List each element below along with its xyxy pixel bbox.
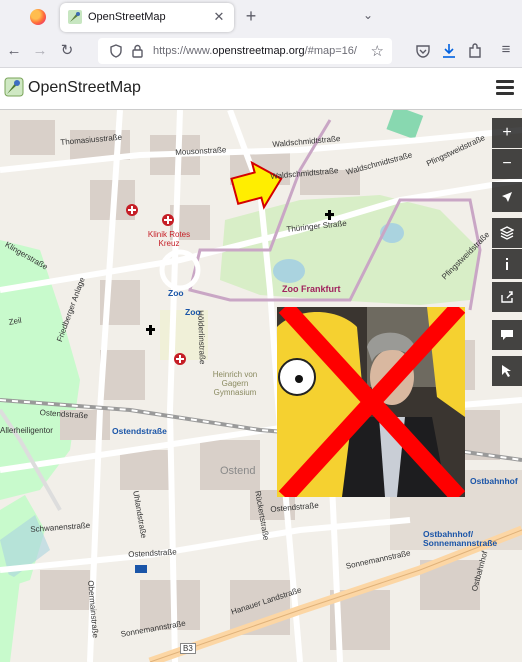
- close-icon[interactable]: ✕: [210, 8, 228, 26]
- zoom-out-label: −: [502, 155, 512, 172]
- street-label: Allerheiligentor: [0, 426, 53, 435]
- pond: [273, 259, 305, 283]
- street-label: Hölderlinstraße: [196, 310, 207, 365]
- station-label: Ostendstraße: [112, 426, 167, 436]
- url-bar[interactable]: https://www.openstreetmap.org/#map=16/ ☆: [98, 38, 392, 64]
- share-icon[interactable]: [492, 282, 522, 312]
- station-label: Zoo: [168, 288, 184, 298]
- menu-icon[interactable]: [496, 80, 514, 96]
- sports-pitch: [386, 110, 424, 140]
- station-marker: [135, 565, 147, 573]
- chevron-down-icon[interactable]: ⌄: [360, 8, 376, 24]
- lock-icon[interactable]: [132, 44, 143, 58]
- url-domain: openstreetmap.org: [212, 45, 305, 57]
- station-label: Ostbahnhof/ Sonnemannstraße: [423, 529, 498, 548]
- layers-icon[interactable]: [492, 218, 522, 248]
- menu-icon[interactable]: ≡: [496, 41, 516, 58]
- forward-icon[interactable]: →: [30, 41, 50, 61]
- poi-label: Heinrich von Gagern Gymnasium: [212, 370, 258, 397]
- zoom-out-icon[interactable]: −: [492, 149, 522, 179]
- crossed-image: [277, 307, 465, 497]
- reload-icon[interactable]: ↻: [57, 41, 77, 61]
- overlay-photo: [277, 307, 465, 497]
- district-label: Ostend: [220, 465, 256, 477]
- zoom-in-icon[interactable]: +: [492, 118, 522, 148]
- shield-icon[interactable]: [110, 44, 122, 58]
- info-icon[interactable]: [492, 249, 522, 279]
- zoom-in-label: +: [502, 124, 512, 141]
- tab-title: OpenStreetMap: [88, 11, 166, 23]
- hospital-icon: [126, 204, 138, 216]
- osm-favicon-icon: [68, 10, 82, 24]
- active-tab[interactable]: OpenStreetMap ✕: [60, 3, 234, 32]
- nav-bar: ← → ↻ https://www.openstreetmap.org/#map…: [0, 34, 522, 68]
- plus-icon[interactable]: +: [242, 6, 260, 26]
- site-title[interactable]: OpenStreetMap: [28, 79, 141, 97]
- osm-logo-icon[interactable]: [4, 77, 24, 97]
- zoo-label: Zoo Frankfurt: [282, 284, 341, 294]
- church-icon: [146, 325, 155, 335]
- query-icon[interactable]: [492, 356, 522, 386]
- poi-label: Klinik Rotes Kreuz: [147, 230, 191, 248]
- locate-arrow-icon: [502, 192, 512, 202]
- locate-icon[interactable]: [492, 182, 522, 212]
- road-shield: B3: [180, 643, 196, 654]
- query-glyph-icon: [502, 365, 511, 377]
- hospital-icon: [162, 214, 174, 226]
- star-icon[interactable]: ☆: [371, 42, 384, 60]
- firefox-logo-icon[interactable]: [30, 9, 46, 25]
- site-header: OpenStreetMap: [0, 68, 522, 110]
- note-glyph-icon: [501, 330, 513, 340]
- tab-strip: OpenStreetMap ✕ + ⌄: [0, 0, 522, 34]
- hospital-icon: [174, 353, 186, 365]
- station-label: Zoo: [185, 307, 201, 317]
- station-label: Ostbahnhof: [470, 476, 518, 486]
- share-glyph-icon: [501, 291, 513, 303]
- back-icon[interactable]: ←: [4, 41, 24, 61]
- map-view[interactable]: Thomasiusstraße Mousonstraße Waldschmidt…: [0, 110, 522, 662]
- layers-stack-icon: [500, 226, 514, 240]
- url-suffix: /#map=16/: [304, 45, 357, 57]
- url-prefix: https://www.: [153, 45, 213, 57]
- url-text[interactable]: https://www.openstreetmap.org/#map=16/: [153, 45, 363, 57]
- pocket-icon[interactable]: [416, 44, 430, 58]
- download-icon[interactable]: [442, 43, 456, 59]
- browser-chrome: OpenStreetMap ✕ + ⌄ ← → ↻ https://www.op…: [0, 0, 522, 68]
- park-area: [0, 570, 20, 662]
- info-glyph-icon: [506, 258, 508, 270]
- note-icon[interactable]: [492, 320, 522, 350]
- extensions-icon[interactable]: [468, 43, 482, 59]
